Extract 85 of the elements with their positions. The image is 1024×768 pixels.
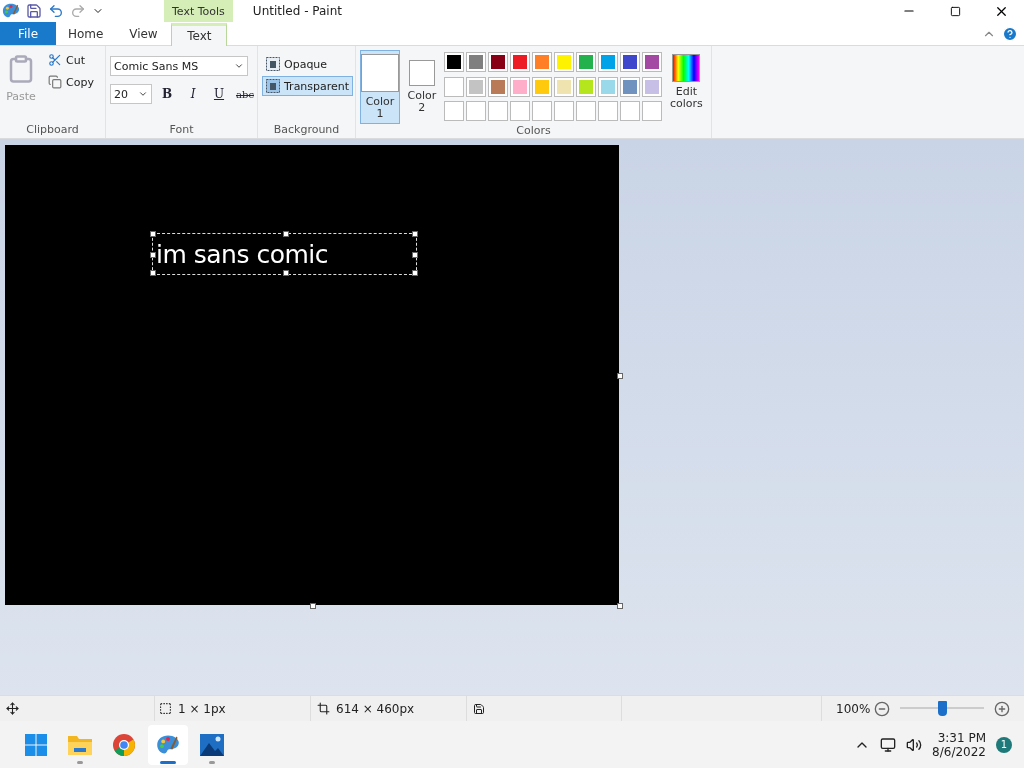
resize-handle[interactable] (412, 231, 418, 237)
palette-swatch[interactable] (443, 76, 464, 97)
text-box[interactable]: im sans comic (152, 233, 417, 275)
palette-swatch[interactable] (553, 76, 574, 97)
ribbon-tab[interactable]: View (115, 22, 172, 45)
palette-icon (2, 2, 20, 20)
context-tab-label: Text Tools (164, 0, 233, 22)
notification-badge[interactable]: 1 (996, 736, 1012, 753)
move-icon (6, 702, 19, 715)
file-size-icon (473, 702, 485, 715)
help-icon[interactable] (1002, 26, 1018, 42)
palette-swatch[interactable] (619, 52, 640, 72)
palette-swatch[interactable] (641, 76, 662, 97)
photos-icon (200, 733, 224, 756)
canvas-text: im sans comic (156, 239, 328, 269)
windows-logo-icon (24, 732, 48, 757)
ribbon-tab[interactable]: Text (171, 23, 228, 46)
resize-handle[interactable] (412, 270, 418, 276)
clock[interactable]: 3:31 PM 8/6/2022 (932, 730, 986, 759)
font-family-dropdown[interactable]: Comic Sans MS (110, 56, 248, 76)
resize-handle[interactable] (150, 252, 156, 258)
resize-handle[interactable] (617, 603, 623, 609)
palette-swatch[interactable] (509, 52, 530, 72)
palette-swatch[interactable] (619, 76, 640, 97)
resize-handle[interactable] (283, 231, 289, 237)
chrome-logo-icon (112, 732, 136, 757)
palette-swatch[interactable] (575, 76, 596, 97)
palette-swatch[interactable] (531, 76, 552, 97)
resize-handle[interactable] (412, 252, 418, 258)
volume-icon[interactable] (906, 736, 923, 753)
palette-swatch[interactable] (465, 52, 486, 72)
bold-button[interactable]: B (156, 84, 178, 104)
selection-icon (159, 702, 172, 715)
text-background-icon (266, 79, 280, 93)
palette-swatch[interactable] (487, 76, 508, 97)
group-label: Background (272, 123, 341, 136)
selection-size: 1 × 1px (178, 701, 226, 716)
canvas-size-icon (317, 702, 330, 715)
copy-icon (48, 75, 62, 89)
palette-swatch[interactable] (443, 52, 464, 72)
palette-swatch[interactable] (509, 76, 530, 97)
palette-swatch[interactable] (597, 76, 618, 97)
palette-swatch[interactable] (487, 52, 508, 72)
zoom-out-icon[interactable] (874, 700, 891, 717)
resize-handle[interactable] (617, 373, 623, 379)
palette-swatch[interactable] (465, 76, 486, 97)
group-label: Clipboard (25, 123, 80, 136)
color-selector-button[interactable]: Color 2 (404, 50, 440, 124)
redo-icon[interactable] (70, 3, 86, 19)
copy-button[interactable]: Copy (44, 72, 98, 92)
canvas-size: 614 × 460px (336, 701, 415, 716)
resize-handle[interactable] (150, 270, 156, 276)
network-icon[interactable] (880, 736, 897, 753)
background-option[interactable]: Transparent (262, 76, 354, 96)
folder-icon (67, 733, 93, 756)
scissors-icon (48, 53, 62, 67)
maximize-icon (949, 5, 961, 17)
edit-colors-button[interactable]: Edit colors (665, 50, 707, 124)
palette-swatch[interactable] (597, 52, 618, 72)
underline-button[interactable]: U (208, 84, 230, 104)
resize-handle[interactable] (150, 231, 156, 237)
cut-button[interactable]: Cut (44, 50, 98, 70)
text-background-icon (266, 57, 280, 71)
resize-handle[interactable] (283, 270, 289, 276)
palette-swatch[interactable] (575, 52, 596, 72)
italic-button[interactable]: I (182, 84, 204, 104)
group-label: Colors (515, 124, 552, 137)
save-icon[interactable] (26, 3, 42, 19)
font-size-dropdown[interactable]: 20 (110, 84, 152, 104)
strikethrough-button[interactable]: abc (234, 84, 256, 104)
palette-swatch[interactable] (553, 52, 574, 72)
palette-swatch[interactable] (641, 52, 662, 72)
group-label: Font (168, 123, 195, 136)
palette-swatch[interactable] (531, 52, 552, 72)
undo-icon[interactable] (48, 3, 64, 19)
ribbon-tab[interactable]: Home (56, 22, 116, 45)
color-selector-button[interactable]: Color 1 (360, 50, 400, 124)
zoom-level: 100% (836, 701, 871, 716)
zoom-slider-thumb[interactable] (938, 701, 948, 716)
background-option[interactable]: Opaque (262, 54, 354, 74)
window-title: Untitled - Paint (252, 4, 342, 18)
zoom-in-icon[interactable] (994, 700, 1011, 717)
file-menu-tab[interactable]: File (0, 22, 56, 45)
resize-handle[interactable] (310, 603, 316, 609)
taskbar-app-button[interactable] (148, 724, 188, 765)
